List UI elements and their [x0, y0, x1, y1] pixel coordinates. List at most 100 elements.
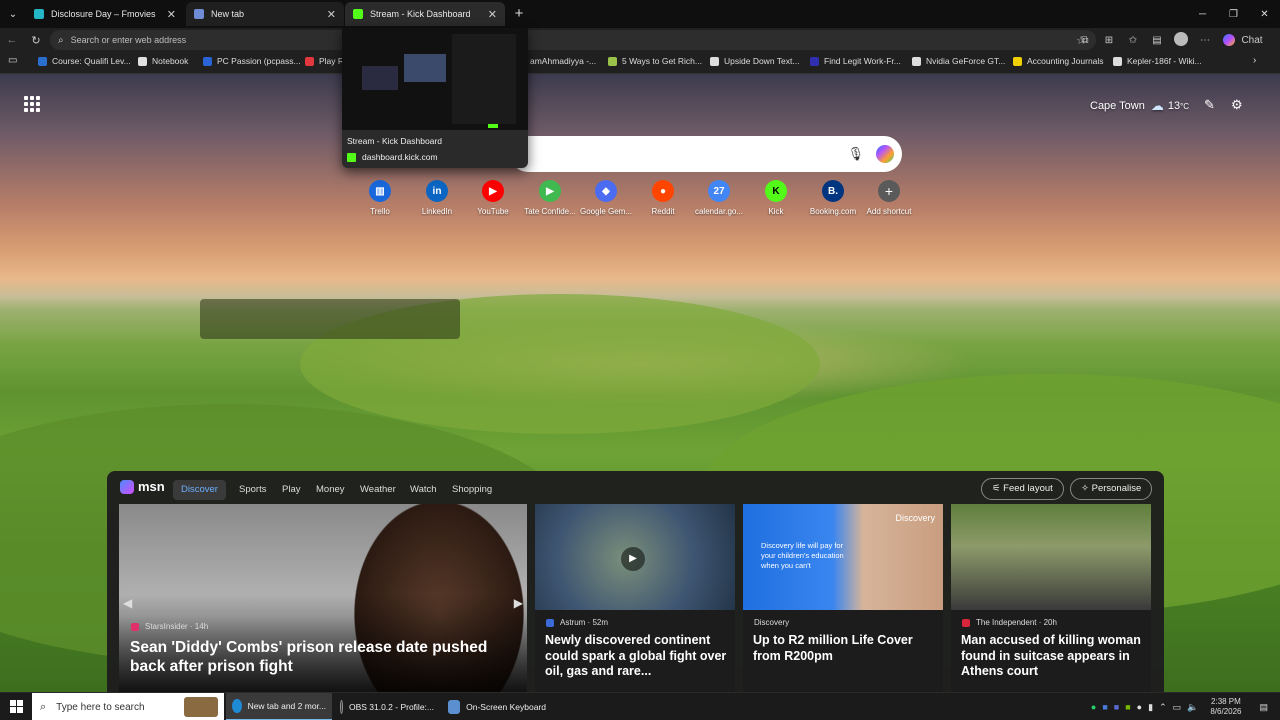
carousel-prev-icon[interactable]: ◀ [123, 596, 132, 610]
profile-avatar[interactable] [1169, 31, 1193, 49]
feed-tab-discover[interactable]: Discover [173, 480, 226, 500]
start-button[interactable] [0, 700, 32, 713]
shortcut-kick[interactable]: K Kick [748, 180, 804, 216]
minimize-icon[interactable]: ─ [1187, 0, 1218, 28]
weather-widget[interactable]: Cape Town ☁ 13 °C [1090, 98, 1189, 114]
shortcut-google-gemini[interactable]: ◆ Google Gem... [578, 180, 634, 216]
bookmark[interactable]: amAhmadiyya -... [530, 56, 596, 66]
bookmark[interactable]: Kepler-186f - Wiki... [1113, 56, 1202, 66]
bookmark[interactable]: Find Legit Work-Fr... [810, 56, 901, 66]
taskbar-app-edge[interactable]: New tab and 2 mor... [226, 693, 332, 720]
tray-app-icon[interactable]: ■ [1102, 702, 1107, 712]
shortcut-booking[interactable]: B. Booking.com [805, 180, 861, 216]
refresh-icon[interactable]: ↻ [24, 28, 48, 52]
play-video-icon[interactable]: ▶ [621, 547, 645, 571]
close-tab-icon[interactable]: ✕ [488, 8, 497, 21]
extensions-icon[interactable]: ⧉ [1073, 35, 1097, 46]
taskbar-search-box[interactable]: ⌕ Type here to search [32, 693, 224, 720]
bookmark[interactable]: Course: Qualifi Lev... [38, 56, 131, 66]
bookmark[interactable]: 5 Ways to Get Rich... [608, 56, 702, 66]
bookmark-favicon-icon [38, 56, 47, 66]
tab-fmovies[interactable]: Disclosure Day – Fmovies ✕ [26, 2, 184, 26]
bookmark-label: Nvidia GeForce GT... [926, 56, 1006, 66]
msn-logo[interactable]: msn [120, 479, 165, 494]
shortcut-linkedin[interactable]: in LinkedIn [409, 180, 465, 216]
copilot-chat-button[interactable]: Chat [1217, 34, 1280, 46]
tab-kick-dashboard[interactable]: Stream - Kick Dashboard ✕ [345, 2, 505, 26]
taskbar-app-keyboard[interactable]: On-Screen Keyboard [442, 693, 552, 720]
add-shortcut-button[interactable]: + Add shortcut [861, 180, 917, 216]
toolbar-icons: ⧉ ⊞ ✩ ▤ ⋯ Chat [1073, 28, 1280, 52]
bookmark[interactable]: Notebook [138, 56, 188, 66]
bookmark[interactable]: Upside Down Text... [710, 56, 799, 66]
shortcut-youtube[interactable]: ▶ YouTube [465, 180, 521, 216]
bookmark-favicon-icon [203, 56, 212, 66]
clock[interactable]: 2:38 PM 8/6/2026 [1210, 697, 1241, 717]
edge-icon [232, 699, 242, 713]
feed-tab-play[interactable]: Play [274, 480, 308, 500]
whatsapp-icon[interactable]: ● [1091, 702, 1096, 712]
close-tab-icon[interactable]: ✕ [167, 8, 176, 21]
plus-icon: + [878, 180, 900, 202]
network-icon[interactable]: ▭ [1173, 702, 1182, 713]
feed-tab-sports[interactable]: Sports [231, 480, 274, 500]
show-hidden-icon[interactable]: ⌃ [1159, 702, 1167, 713]
tab-actions-chevron-icon[interactable]: ⌄ [0, 0, 26, 28]
shortcut-reddit[interactable]: ● Reddit [635, 180, 691, 216]
feed-layout-icon: ⚟ [992, 483, 1004, 494]
maximize-icon[interactable]: ❐ [1218, 0, 1249, 28]
taskbar-app-obs[interactable]: OBS 31.0.2 - Profile:... [334, 693, 440, 720]
bookmark-label: Kepler-186f - Wiki... [1127, 56, 1202, 66]
tab-new-tab[interactable]: New tab ✕ [186, 2, 344, 26]
usb-icon[interactable]: ▮ [1148, 702, 1153, 713]
copilot-icon[interactable] [876, 145, 894, 163]
news-card[interactable]: ▶ Astrum · 52m Newly discovered continen… [535, 504, 735, 692]
feed-tab-shopping[interactable]: Shopping [444, 480, 500, 500]
microphone-icon[interactable]: 🎙 [847, 146, 864, 162]
bookmark-label: amAhmadiyya -... [530, 56, 597, 66]
feed-layout-button[interactable]: ⚟ Feed layout [981, 478, 1064, 500]
split-screen-icon[interactable]: ⊞ [1097, 35, 1121, 46]
new-tab-plus-icon[interactable]: + [510, 4, 528, 22]
more-menu-icon[interactable]: ⋯ [1193, 35, 1217, 46]
bookmark-favicon-icon [1013, 56, 1022, 66]
feed-tab-money[interactable]: Money [308, 480, 353, 500]
ad-brand: Discovery [895, 513, 935, 523]
feed-tab-watch[interactable]: Watch [402, 480, 445, 500]
feed-tab-weather[interactable]: Weather [352, 480, 404, 500]
notifications-icon[interactable]: ▤ [1259, 702, 1268, 713]
github-icon[interactable]: ● [1137, 702, 1142, 712]
shortcut-label: Reddit [651, 207, 675, 216]
close-window-icon[interactable]: ✕ [1249, 0, 1280, 28]
app-launcher-grid-icon[interactable] [24, 96, 40, 112]
edit-pencil-icon[interactable]: ✎ [1204, 97, 1215, 113]
bookmark[interactable]: Nvidia GeForce GT... [912, 56, 1005, 66]
shortcut-tate-confidential[interactable]: ▶ Tate Confide... [522, 180, 578, 216]
sponsored-card[interactable]: Discovery life will pay for your childre… [743, 504, 943, 692]
favorites-icon[interactable]: ✩ [1121, 35, 1145, 46]
bookmark[interactable]: Accounting Journals [1013, 56, 1104, 66]
web-search-box[interactable]: 🎙 [510, 136, 902, 172]
news-card[interactable]: The Independent · 20h Man accused of kil… [951, 504, 1151, 692]
chevron-right-icon[interactable]: › [1253, 55, 1256, 66]
volume-icon[interactable]: 🔈 [1187, 702, 1198, 713]
shortcut-google-calendar[interactable]: 27 calendar.go... [691, 180, 747, 216]
tab-hover-preview[interactable]: Stream - Kick Dashboard dashboard.kick.c… [342, 28, 528, 168]
back-arrow-icon[interactable]: ← [0, 28, 24, 52]
nvidia-icon[interactable]: ■ [1125, 702, 1130, 712]
windows-logo-icon [9, 700, 23, 713]
search-icon: ⌕ [58, 34, 64, 46]
carousel-next-icon[interactable]: ▶ [514, 596, 523, 610]
collections-icon[interactable]: ▤ [1145, 35, 1169, 46]
screen: ⌄ Disclosure Day – Fmovies ✕ New tab ✕ S… [0, 0, 1280, 720]
teams-icon[interactable]: ■ [1114, 702, 1119, 712]
address-bar[interactable]: ⌕ Search or enter web address ☆ [50, 30, 1096, 50]
personalise-button[interactable]: ✧ Personalise [1070, 478, 1153, 500]
close-tab-icon[interactable]: ✕ [327, 8, 336, 21]
bookmark-favicon-icon [138, 56, 147, 66]
favorites-bar-icon[interactable]: ▭ [8, 55, 17, 66]
shortcut-trello[interactable]: ▥ Trello [352, 180, 408, 216]
bookmark[interactable]: PC Passion (pcpass... [203, 56, 301, 66]
settings-gear-icon[interactable]: ⚙ [1231, 97, 1243, 113]
news-card-hero[interactable]: ◀ ▶ StarsInsider · 14h Sean 'Diddy' Comb… [119, 504, 527, 692]
